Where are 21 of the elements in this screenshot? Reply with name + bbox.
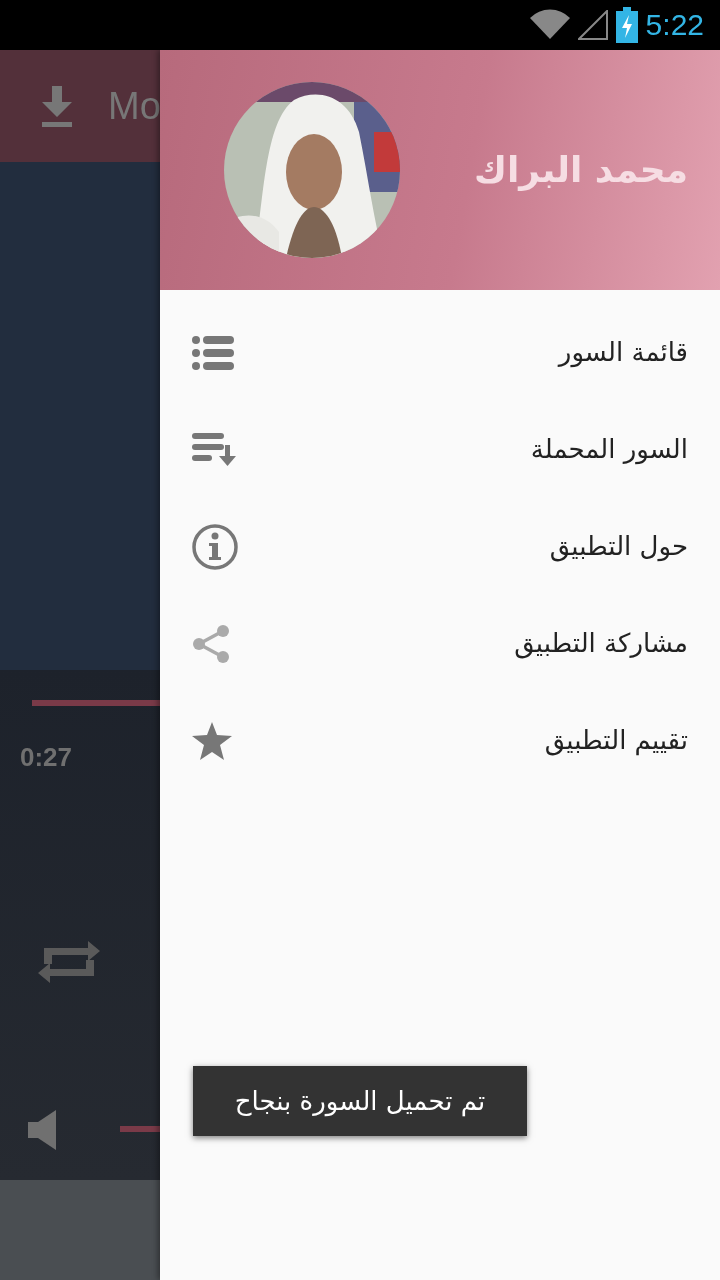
drawer-menu-item[interactable]: تقييم التطبيق: [160, 692, 720, 789]
drawer-menu-item[interactable]: السور المحملة: [160, 401, 720, 498]
drawer-menu-item[interactable]: مشاركة التطبيق: [160, 595, 720, 692]
elapsed-time: 0:27: [20, 741, 73, 774]
battery-charging-icon: [615, 7, 638, 43]
toast-message: تم تحميل السورة بنجاح: [193, 1066, 527, 1136]
drawer-menu-item[interactable]: حول التطبيق: [160, 498, 720, 595]
playlist-download-icon: [192, 432, 236, 467]
share-icon: [192, 624, 230, 663]
star-icon: [192, 721, 232, 760]
info-icon: [192, 523, 238, 570]
clock: 5:22: [645, 10, 704, 40]
speaker-icon[interactable]: [28, 1110, 58, 1150]
toolbar-title: Mo: [108, 83, 161, 129]
drawer-menu-item[interactable]: قائمة السور: [160, 304, 720, 401]
download-icon[interactable]: [40, 84, 74, 128]
repeat-icon[interactable]: [36, 938, 102, 986]
list-icon: [192, 335, 234, 370]
signal-icon: [577, 10, 608, 40]
wifi-icon: [529, 9, 570, 41]
user-name: محمد البراك: [474, 148, 688, 193]
